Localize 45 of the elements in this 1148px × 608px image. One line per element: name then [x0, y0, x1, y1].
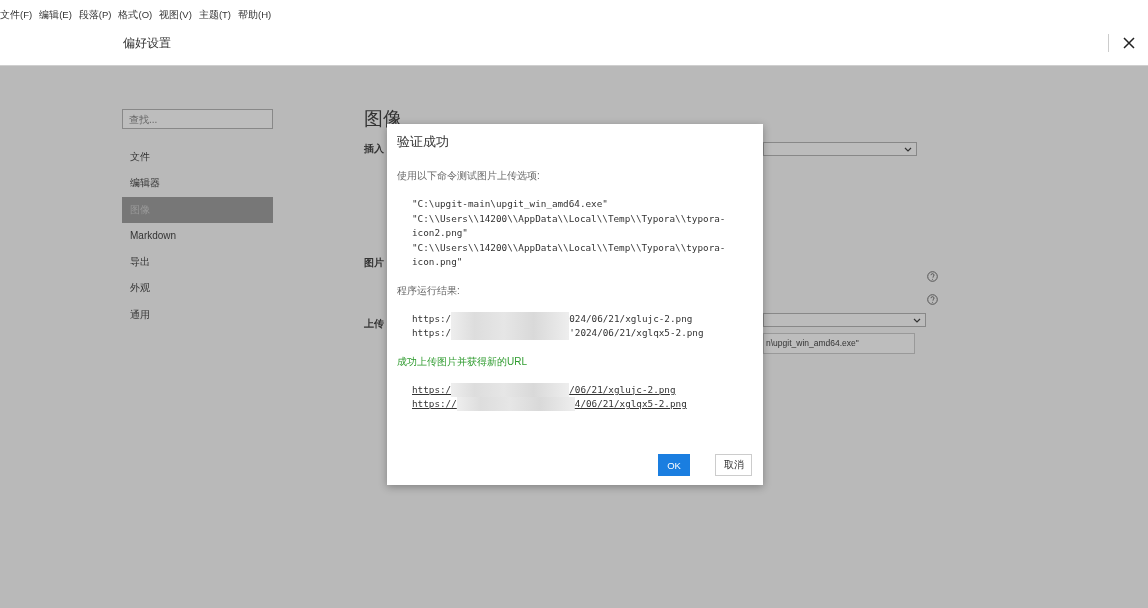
setting-label: 插入: [364, 142, 384, 156]
url-text: https:/: [412, 326, 452, 340]
sidebar-item[interactable]: 外观: [122, 275, 273, 302]
dropdown[interactable]: [763, 313, 926, 327]
command-line: "C:\\Users\\14200\\AppData\\Local\\Temp\\Typora\\typora-: [412, 240, 727, 255]
sidebar-item[interactable]: 导出: [122, 249, 273, 276]
sidebar-item[interactable]: 文件: [122, 144, 273, 171]
setting-label: 图片: [364, 256, 384, 270]
ok-button[interactable]: OK: [658, 454, 690, 476]
sidebar-item[interactable]: 编辑器: [122, 170, 273, 197]
menu-item[interactable]: 文件(F): [0, 9, 33, 21]
menu-item[interactable]: 视图(V): [159, 9, 192, 21]
command-line: icon2.png": [412, 226, 469, 240]
menu-item[interactable]: 段落(P): [78, 9, 112, 21]
command-line: icon.png": [412, 255, 464, 269]
help-icon[interactable]: [927, 294, 938, 305]
url-text: https:/: [412, 311, 452, 326]
url-link[interactable]: https:/: [412, 382, 452, 397]
url-text: 024/06/21/xglujc-2.png: [569, 311, 693, 326]
search-field[interactable]: 查找...: [122, 109, 273, 129]
cancel-button[interactable]: 取消: [715, 454, 752, 476]
url-link[interactable]: https://: [412, 397, 457, 412]
sidebar-item[interactable]: Markdown: [122, 222, 273, 250]
caret-icon: [904, 146, 912, 152]
caret-icon: [913, 317, 921, 323]
menu-item[interactable]: 主题(T): [198, 9, 231, 21]
dialog-text: 使用以下命令测试图片上传选项:: [397, 169, 541, 183]
command-line: "C:\upgit-main\upgit_win_amd64.exe": [412, 197, 609, 211]
close-icon[interactable]: [1123, 37, 1135, 49]
command-line: "C:\\Users\\14200\\AppData\\Local\\Temp\\Typora\\typora-: [412, 211, 727, 226]
dialog-title: 验证成功: [397, 134, 450, 151]
success-message: 成功上传图片并获得新的URL: [397, 354, 528, 369]
url-link[interactable]: 4/06/21/xglqx5-2.png: [574, 397, 687, 412]
dropdown[interactable]: [763, 142, 917, 156]
menu-item[interactable]: 帮助(H): [238, 9, 272, 21]
sidebar-item[interactable]: 通用: [122, 301, 273, 329]
url-text: '2024/06/21/xglqx5-2.png: [569, 326, 704, 340]
path-field[interactable]: n\upgit_win_amd64.exe": [763, 333, 915, 354]
setting-label: 上传: [364, 317, 384, 331]
dialog-text: 程序运行结果:: [397, 283, 461, 298]
page-title: 偏好设置: [123, 34, 172, 52]
menu-item[interactable]: 格式(O): [118, 9, 153, 21]
help-icon[interactable]: [927, 271, 938, 282]
menu-item[interactable]: 编辑(E): [39, 9, 72, 21]
url-link[interactable]: /06/21/xglujc-2.png: [569, 382, 676, 397]
